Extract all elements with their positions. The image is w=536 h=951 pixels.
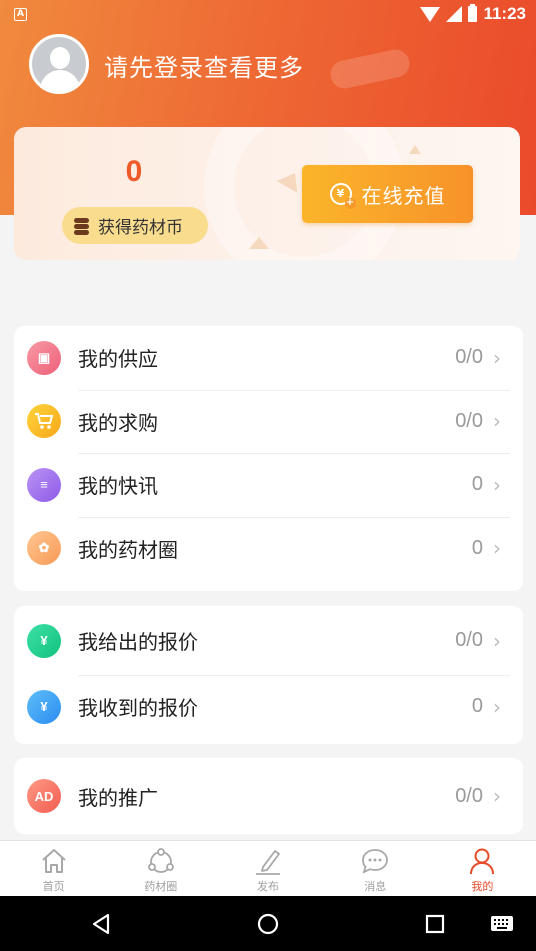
- menu-item-label: 我的供应: [78, 347, 158, 372]
- menu-item-label: 我收到的报价: [78, 696, 198, 720]
- tab-home[interactable]: 首页: [0, 841, 107, 896]
- coin-balance: 0: [125, 155, 143, 188]
- recharge-button[interactable]: ¥ 在线充值: [302, 165, 473, 223]
- recharge-label: 在线充值: [361, 183, 446, 208]
- tab-publish[interactable]: 发布: [214, 841, 321, 896]
- status-bar: A 11:23: [0, 0, 536, 28]
- coins-icon: [74, 217, 92, 235]
- menu-item-count: 0/0: [455, 784, 483, 807]
- signal-icon: [446, 6, 463, 22]
- default-avatar-icon: [50, 47, 70, 69]
- tab-label: 药材圈: [144, 880, 178, 893]
- ad-icon: AD: [27, 779, 61, 813]
- chevron-right-icon: ›: [493, 628, 501, 653]
- menu-item-label: 我的推广: [78, 785, 158, 810]
- status-time: 11:23: [483, 4, 526, 23]
- tab-messages[interactable]: 消息: [322, 841, 429, 896]
- quote-icon: ¥: [27, 623, 61, 658]
- chevron-right-icon: ›: [493, 409, 501, 434]
- cart-icon: [27, 404, 61, 439]
- receive-quote-icon: ¥: [27, 689, 61, 724]
- news-icon: ≡: [27, 467, 61, 502]
- menu-item-quotes-given[interactable]: ¥ 我给出的报价 0/0 ›: [14, 606, 523, 675]
- tab-label: 我的: [471, 880, 494, 893]
- share-circle-icon: [147, 848, 174, 873]
- card-decoration: [249, 237, 269, 249]
- chevron-right-icon: ›: [493, 536, 501, 561]
- menu-group-my-content: ▣ 我的供应 0/0 › 我的求购 0/0 › ≡ 我的快讯 0 › ✿ 我的药…: [14, 326, 523, 591]
- earn-coins-label: 获得药材币: [98, 218, 183, 238]
- chevron-right-icon: ›: [493, 472, 501, 497]
- back-icon[interactable]: [90, 912, 112, 936]
- login-prompt[interactable]: 请先登录查看更多: [104, 48, 304, 83]
- tab-label: 消息: [364, 880, 387, 893]
- wifi-icon: [420, 6, 441, 22]
- chevron-right-icon: ›: [493, 694, 501, 719]
- menu-item-label: 我给出的报价: [78, 630, 198, 654]
- tab-label: 发布: [257, 880, 279, 893]
- menu-group-promotion: AD 我的推广 0/0 ›: [14, 758, 523, 834]
- menu-item-count: 0: [471, 695, 483, 717]
- user-icon: [470, 848, 495, 875]
- menu-item-herb-circle[interactable]: ✿ 我的药材圈 0 ›: [14, 516, 523, 581]
- menu-group-quotes: ¥ 我给出的报价 0/0 › ¥ 我收到的报价 0 ›: [14, 606, 523, 744]
- menu-item-label: 我的药材圈: [78, 537, 178, 562]
- menu-item-count: 0/0: [455, 409, 483, 432]
- menu-item-count: 0: [471, 473, 483, 496]
- header-decoration: [327, 46, 413, 92]
- cart-glyph: [35, 413, 54, 430]
- coin-card: 0 获得药材币 ¥ 在线充值: [14, 127, 520, 260]
- home-icon: [41, 849, 66, 873]
- recents-icon[interactable]: [425, 914, 445, 934]
- menu-item-count: 0/0: [455, 629, 483, 651]
- chevron-right-icon: ›: [493, 345, 501, 370]
- battery-icon: [468, 4, 478, 22]
- earn-coins-button[interactable]: 获得药材币: [62, 207, 208, 244]
- menu-item-news[interactable]: ≡ 我的快讯 0 ›: [14, 453, 523, 517]
- avatar[interactable]: [29, 34, 89, 94]
- system-navigation-bar: [0, 896, 536, 951]
- bottom-tab-bar: 首页 药材圈 发布 消息 我的: [0, 840, 536, 896]
- menu-item-count: 0/0: [455, 346, 483, 369]
- menu-item-label: 我的快讯: [78, 474, 158, 499]
- notification-a-icon: A: [14, 7, 27, 21]
- store-icon: ▣: [27, 340, 61, 375]
- yuan-plus-icon: ¥: [329, 183, 356, 209]
- menu-item-label: 我的求购: [78, 410, 158, 435]
- menu-item-purchase[interactable]: 我的求购 0/0 ›: [14, 389, 523, 454]
- app-screen: A 11:23 请先登录查看更多 0 获得药材币 ¥ 在线充值 ▣ 我的: [0, 0, 536, 951]
- menu-item-promotion[interactable]: AD 我的推广 0/0 ›: [14, 758, 523, 834]
- home-button-icon[interactable]: [257, 913, 279, 935]
- menu-item-supply[interactable]: ▣ 我的供应 0/0 ›: [14, 326, 523, 390]
- message-icon: [362, 849, 389, 874]
- tab-me[interactable]: 我的: [429, 841, 536, 896]
- avatar-body: [40, 70, 80, 91]
- menu-item-count: 0: [471, 536, 483, 559]
- menu-item-quotes-received[interactable]: ¥ 我收到的报价 0 ›: [14, 675, 523, 738]
- tab-herb-circle[interactable]: 药材圈: [107, 841, 214, 896]
- chevron-right-icon: ›: [493, 784, 501, 808]
- edit-icon: [256, 850, 280, 875]
- tab-label: 首页: [42, 880, 65, 893]
- keyboard-icon[interactable]: [490, 915, 514, 932]
- circle-icon: ✿: [27, 531, 61, 566]
- card-decoration: [409, 145, 421, 154]
